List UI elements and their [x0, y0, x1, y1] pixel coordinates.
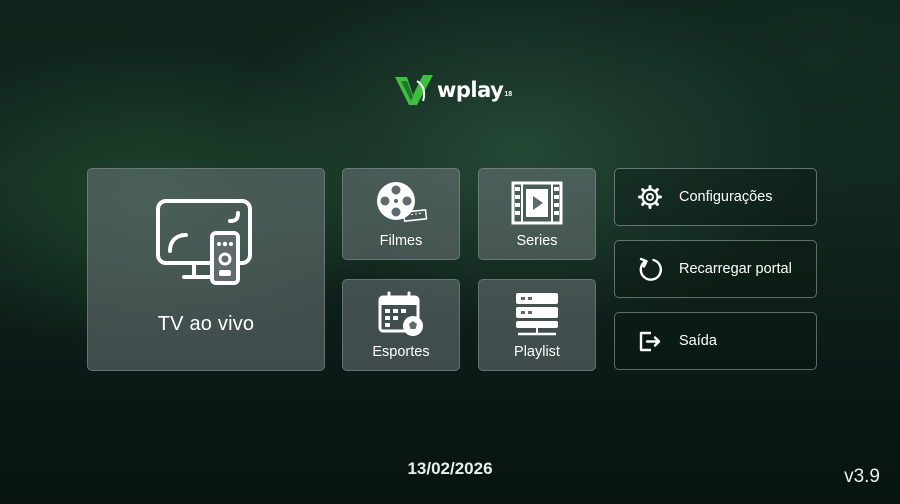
tile-movies-label: Filmes	[379, 233, 423, 249]
app-version: v3.9	[844, 466, 880, 487]
tile-series-label: Series	[516, 233, 558, 249]
calendar-soccer-icon	[378, 291, 423, 336]
tv-remote-icon	[156, 199, 252, 285]
tile-playlist-label: Playlist	[514, 344, 560, 360]
tile-series[interactable]: Series	[478, 168, 596, 260]
exit-icon	[639, 331, 661, 352]
reload-icon	[639, 257, 663, 281]
current-date: 13/02/2026	[407, 459, 493, 478]
tile-sports[interactable]: Esportes	[342, 279, 460, 371]
film-strip-play-icon	[511, 181, 563, 225]
app-logo: wplay 18	[393, 70, 523, 110]
tile-movies[interactable]: Filmes	[342, 168, 460, 260]
logo-text: wplay	[437, 78, 504, 102]
logo-superscript: 18	[504, 90, 513, 98]
wplay-logo-icon	[395, 75, 433, 105]
tile-live-tv-label: TV ao vivo	[157, 313, 255, 335]
server-stack-icon	[516, 293, 558, 336]
exit-button[interactable]: Saída	[614, 312, 817, 370]
tile-playlist[interactable]: Playlist	[478, 279, 596, 371]
gear-icon	[638, 185, 662, 209]
settings-button-label: Configurações	[679, 189, 773, 205]
reload-portal-button[interactable]: Recarregar portal	[614, 240, 817, 298]
tile-sports-label: Esportes	[372, 344, 430, 360]
film-reel-icon	[377, 182, 428, 222]
settings-button[interactable]: Configurações	[614, 168, 817, 226]
exit-button-label: Saída	[679, 333, 717, 349]
reload-portal-button-label: Recarregar portal	[679, 261, 792, 277]
tile-live-tv[interactable]: TV ao vivo	[87, 168, 325, 371]
